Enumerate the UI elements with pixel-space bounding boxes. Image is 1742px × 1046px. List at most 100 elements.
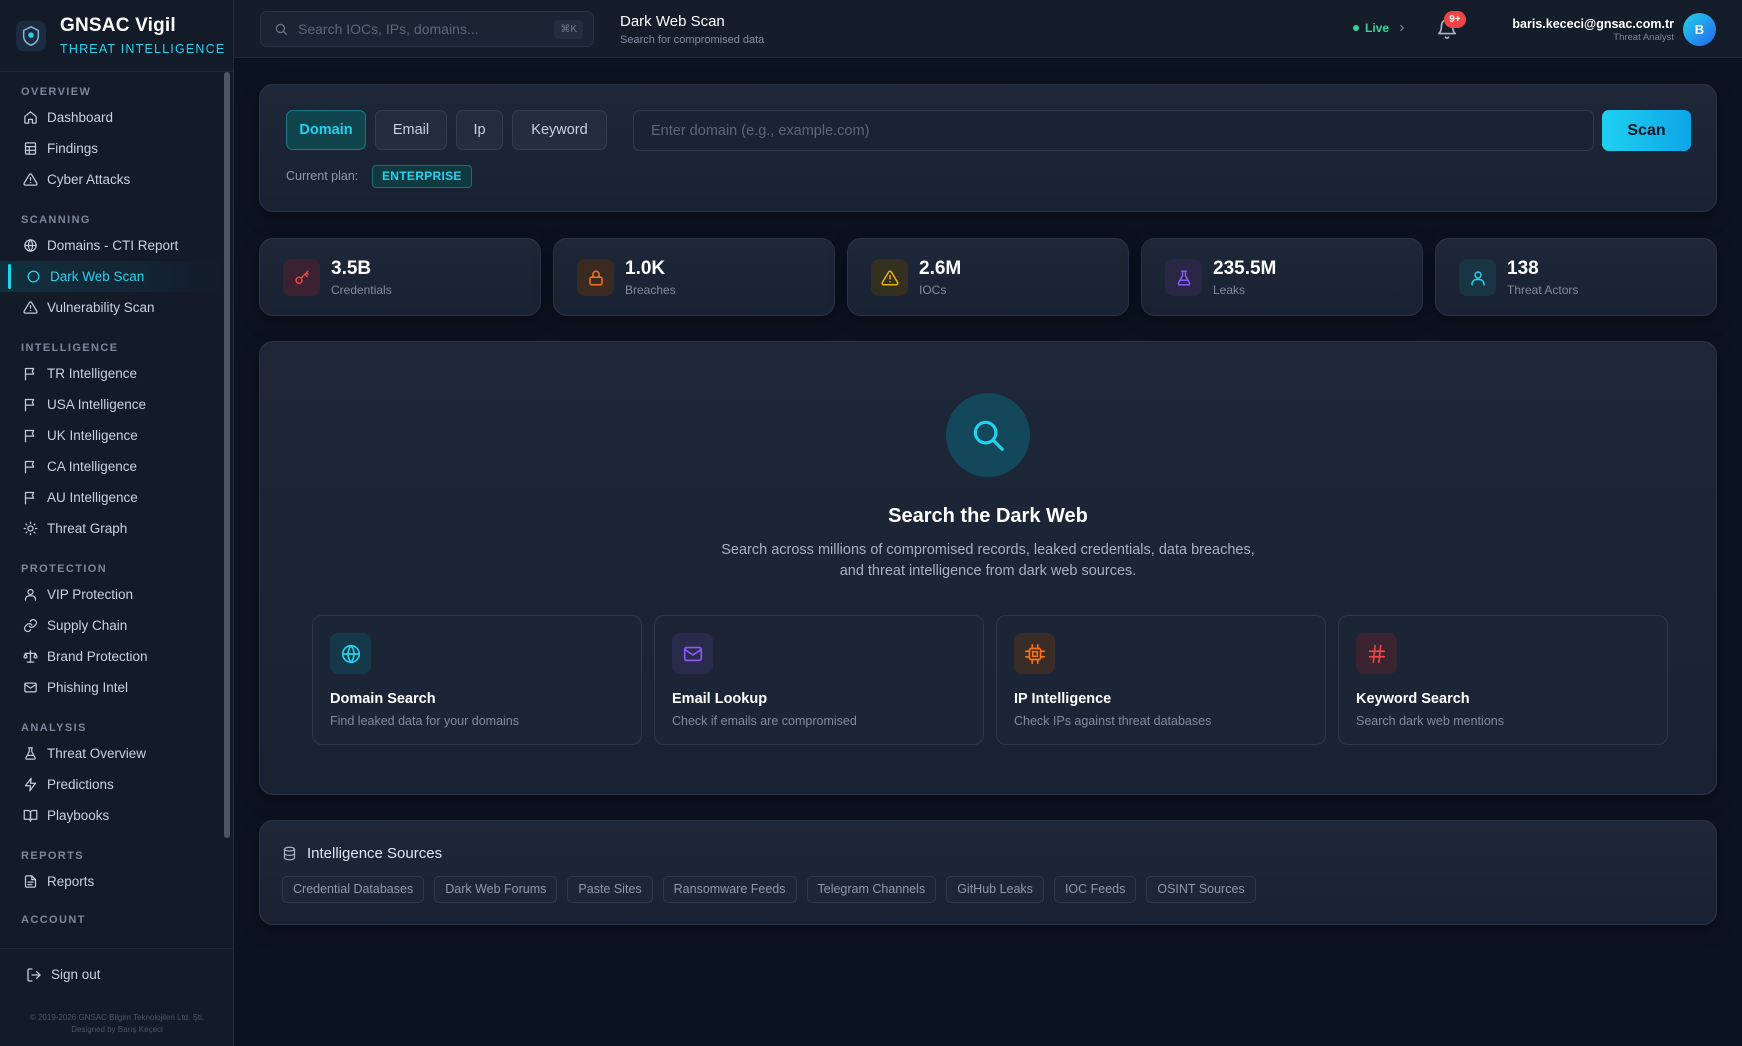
sidebar-item-phishing-intel[interactable]: Phishing Intel bbox=[0, 672, 222, 703]
source-chip-github-leaks: GitHub Leaks bbox=[946, 876, 1044, 903]
alert-triangle-icon bbox=[871, 259, 908, 296]
sidebar-item-label: TR Intelligence bbox=[47, 366, 138, 381]
stat-card-credentials: 3.5B Credentials bbox=[259, 238, 541, 316]
feature-title: IP Intelligence bbox=[1014, 691, 1112, 707]
sidebar-item-predictions[interactable]: Predictions bbox=[0, 769, 222, 800]
flag-icon bbox=[22, 397, 38, 413]
sources-header: Intelligence Sources bbox=[282, 845, 442, 862]
scan-type-domain[interactable]: Domain bbox=[286, 110, 366, 150]
feature-card-domain-search[interactable]: Domain Search Find leaked data for your … bbox=[312, 615, 642, 745]
user-email[interactable]: baris.kececi@gnsac.com.tr bbox=[1512, 17, 1674, 31]
sidebar-item-brand-protection[interactable]: Brand Protection bbox=[0, 641, 222, 672]
sidebar-item-label: UK Intelligence bbox=[47, 428, 138, 443]
avatar[interactable]: B bbox=[1683, 13, 1716, 46]
hash-icon bbox=[1356, 633, 1397, 674]
sidebar-item-dashboard[interactable]: Dashboard bbox=[0, 102, 222, 133]
sidebar: GNSAC Vigil THREAT INTELLIGENCE OVERVIEW… bbox=[0, 0, 234, 1046]
feature-card-email-lookup[interactable]: Email Lookup Check if emails are comprom… bbox=[654, 615, 984, 745]
home-icon bbox=[22, 110, 38, 126]
sidebar-item-label: Threat Graph bbox=[47, 521, 128, 536]
key-icon bbox=[283, 259, 320, 296]
circle-icon bbox=[25, 269, 41, 285]
sidebar-item-vip-protection[interactable]: VIP Protection bbox=[0, 579, 222, 610]
brand-logo-icon bbox=[16, 20, 46, 51]
sidebar-item-label: Threat Overview bbox=[47, 746, 147, 761]
scan-panel: Domain Email Ip Keyword Scan Current pla… bbox=[259, 84, 1717, 212]
source-chip-ransomware-feeds: Ransomware Feeds bbox=[662, 876, 797, 903]
sign-out-label: Sign out bbox=[51, 967, 101, 982]
scale-icon bbox=[22, 649, 38, 665]
globe-icon bbox=[22, 238, 38, 254]
live-indicator[interactable]: Live bbox=[1353, 21, 1407, 35]
global-search[interactable]: ⌘K bbox=[260, 11, 594, 47]
flag-icon bbox=[22, 490, 38, 506]
source-chip-ioc-feeds: IOC Feeds bbox=[1053, 876, 1137, 903]
notification-badge: 9+ bbox=[1444, 11, 1466, 28]
user-icon bbox=[22, 587, 38, 603]
feature-title: Email Lookup bbox=[672, 691, 768, 707]
sidebar-item-vulnerability-scan[interactable]: Vulnerability Scan bbox=[0, 292, 222, 323]
sidebar-item-cyber-attacks[interactable]: Cyber Attacks bbox=[0, 164, 222, 195]
source-chip-telegram-channels: Telegram Channels bbox=[806, 876, 937, 903]
feature-card-ip-intelligence[interactable]: IP Intelligence Check IPs against threat… bbox=[996, 615, 1326, 745]
search-icon bbox=[274, 22, 288, 36]
user-role: Threat Analyst bbox=[1613, 32, 1674, 43]
scan-type-keyword[interactable]: Keyword bbox=[512, 110, 607, 150]
live-dot-icon bbox=[1353, 25, 1359, 31]
feature-description: Find leaked data for your domains bbox=[330, 714, 519, 728]
sidebar-nav: OVERVIEW Dashboard Findings Cyber Attacks SC… bbox=[0, 72, 222, 930]
page-title: Dark Web Scan bbox=[620, 13, 725, 30]
copyright: © 2019-2026 GNSAC Bilgim Teknolojileri L… bbox=[0, 1012, 234, 1036]
sidebar-item-supply-chain[interactable]: Supply Chain bbox=[0, 610, 222, 641]
stat-label: Threat Actors bbox=[1507, 283, 1579, 297]
sidebar-item-dark-web-scan[interactable]: Dark Web Scan bbox=[0, 261, 222, 292]
sidebar-item-threat-overview[interactable]: Threat Overview bbox=[0, 738, 222, 769]
feature-card-keyword-search[interactable]: Keyword Search Search dark web mentions bbox=[1338, 615, 1668, 745]
sidebar-item-uk-intelligence[interactable]: UK Intelligence bbox=[0, 420, 222, 451]
sidebar-item-label: AU Intelligence bbox=[47, 490, 138, 505]
source-chip-paste-sites: Paste Sites bbox=[567, 876, 653, 903]
sidebar-item-usa-intelligence[interactable]: USA Intelligence bbox=[0, 389, 222, 420]
stat-value: 2.6M bbox=[919, 258, 962, 279]
sign-out-button[interactable]: Sign out bbox=[0, 948, 234, 1000]
stat-card-leaks: 235.5M Leaks bbox=[1141, 238, 1423, 316]
flag-icon bbox=[22, 366, 38, 382]
sidebar-item-label: VIP Protection bbox=[47, 587, 134, 602]
sidebar-item-ca-intelligence[interactable]: CA Intelligence bbox=[0, 451, 222, 482]
sidebar-item-au-intelligence[interactable]: AU Intelligence bbox=[0, 482, 222, 513]
flask-icon bbox=[22, 746, 38, 762]
sidebar-item-label: Domains - CTI Report bbox=[47, 238, 179, 253]
nav-section-scanning: SCANNING bbox=[21, 214, 91, 226]
sidebar-item-reports[interactable]: Reports bbox=[0, 866, 222, 897]
global-search-input[interactable] bbox=[298, 21, 548, 37]
source-chip-credential-databases: Credential Databases bbox=[282, 876, 425, 903]
sidebar-item-domains-cti-report[interactable]: Domains - CTI Report bbox=[0, 230, 222, 261]
scan-query-input[interactable] bbox=[633, 110, 1594, 151]
nav-section-analysis: ANALYSIS bbox=[21, 722, 87, 734]
feature-description: Check if emails are compromised bbox=[672, 714, 857, 728]
nav-section-account: ACCOUNT bbox=[21, 914, 86, 926]
sidebar-scrollbar[interactable] bbox=[224, 72, 230, 838]
scan-type-ip[interactable]: Ip bbox=[456, 110, 503, 150]
brand[interactable]: GNSAC Vigil THREAT INTELLIGENCE bbox=[0, 0, 233, 72]
stat-card-threat-actors: 138 Threat Actors bbox=[1435, 238, 1717, 316]
stat-value: 1.0K bbox=[625, 258, 666, 279]
sidebar-item-threat-graph[interactable]: Threat Graph bbox=[0, 513, 222, 544]
scan-type-email[interactable]: Email bbox=[375, 110, 447, 150]
stat-label: IOCs bbox=[919, 283, 947, 297]
hero-description: Search across millions of compromised re… bbox=[721, 542, 1255, 579]
stat-label: Breaches bbox=[625, 283, 676, 297]
sidebar-item-label: USA Intelligence bbox=[47, 397, 147, 412]
sidebar-item-findings[interactable]: Findings bbox=[0, 133, 222, 164]
user-icon bbox=[1459, 259, 1496, 296]
intelligence-sources-panel: Intelligence Sources Credential Database… bbox=[259, 820, 1717, 925]
hero-title: Search the Dark Web bbox=[888, 505, 1088, 527]
link-icon bbox=[22, 618, 38, 634]
plan-label: Current plan: bbox=[286, 169, 359, 183]
sidebar-item-tr-intelligence[interactable]: TR Intelligence bbox=[0, 358, 222, 389]
file-icon bbox=[22, 874, 38, 890]
scan-button[interactable]: Scan bbox=[1602, 110, 1691, 151]
sidebar-item-playbooks[interactable]: Playbooks bbox=[0, 800, 222, 831]
database-icon bbox=[282, 846, 297, 861]
stat-value: 138 bbox=[1507, 258, 1539, 279]
